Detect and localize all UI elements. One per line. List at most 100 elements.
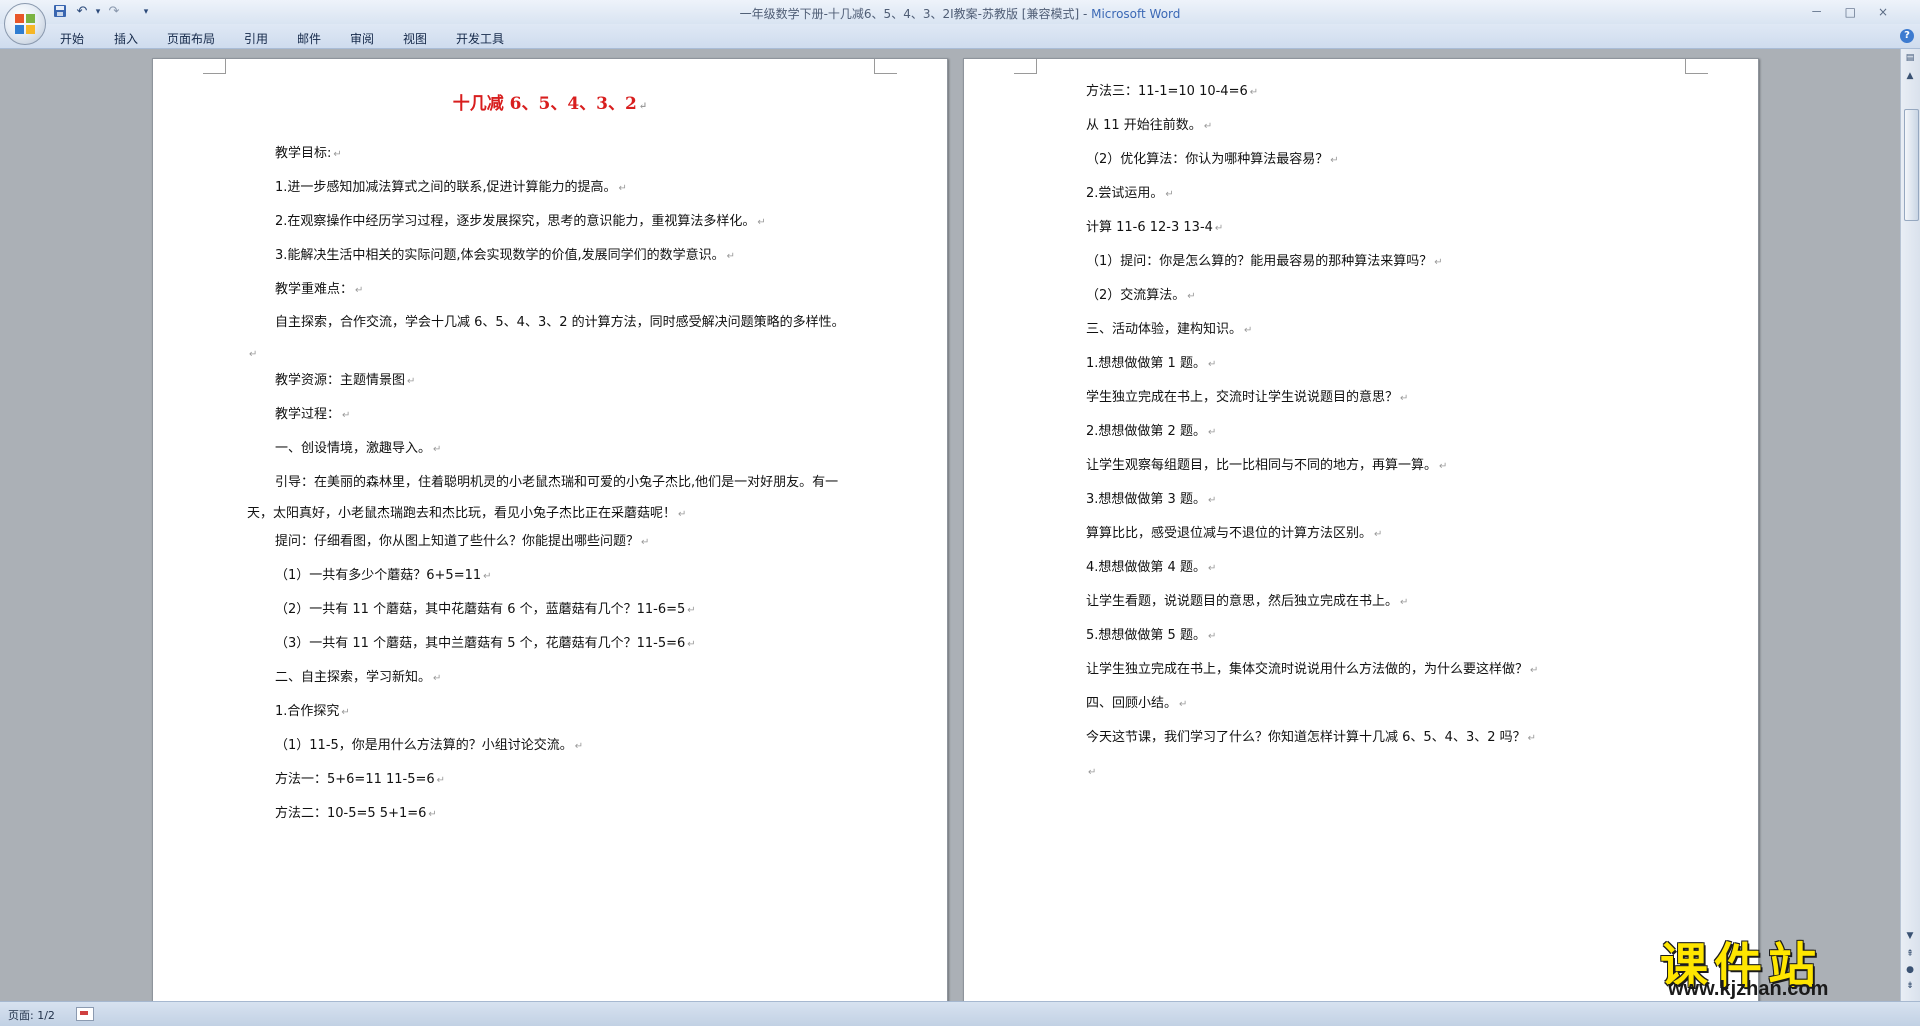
document-paragraph: 3.想想做做第 3 题。 ↵	[1086, 492, 1217, 507]
paragraph-mark: ↵	[341, 707, 350, 718]
document-paragraph: 方法三：11-1=10 10-4=6 ↵	[1086, 84, 1259, 99]
scroll-down-icon[interactable]: ▼	[1903, 929, 1917, 943]
page-count[interactable]: 页面: 1/2	[8, 1007, 55, 1023]
paragraph-mark: ↵	[1207, 359, 1217, 370]
document-paragraph: 一、创设情境，激趣导入。 ↵	[275, 441, 442, 456]
paragraph-mark: ↵	[1374, 529, 1383, 540]
document-paragraph: （1）提问：你是怎么算的？能用最容易的那种算法来算吗？ ↵	[1086, 254, 1443, 269]
help-icon[interactable]: ?	[1900, 29, 1914, 43]
next-page-icon[interactable]: ⇟	[1903, 979, 1917, 993]
paragraph-mark: ↵	[1530, 665, 1539, 676]
paragraph-mark: ↵	[678, 509, 687, 520]
document-paragraph: 方法二：10-5=5 5+1=6 ↵	[275, 806, 437, 821]
maximize-button[interactable]: □	[1845, 5, 1878, 19]
paragraph-mark: ↵	[1400, 597, 1409, 608]
paragraph-mark: ↵	[355, 285, 364, 296]
previous-page-icon[interactable]: ⇞	[1903, 947, 1917, 961]
document-paragraph: 计算 11-6 12-3 13-4 ↵	[1086, 220, 1224, 235]
paragraph-mark: ↵	[407, 376, 416, 387]
document-paragraph: （2）交流算法。 ↵	[1086, 288, 1196, 303]
tab-references[interactable]: 引用	[244, 30, 268, 47]
watermark-url: www.kjzhan.com	[1668, 978, 1829, 1000]
document-paragraph: （3）一共有 11 个蘑菇，其中兰蘑菇有 5 个，花蘑菇有几个？11-5=6 ↵	[275, 636, 696, 651]
document-paragraph: 方法一：5+6=11 11-5=6 ↵	[275, 772, 446, 787]
paragraph-mark: ↵	[726, 251, 736, 262]
margin-corner-mark	[1685, 59, 1708, 74]
paragraph-mark: ↵	[1207, 495, 1217, 506]
document-paragraph: 四、回顾小结。 ↵	[1086, 696, 1188, 711]
document-paragraph: 2.尝试运用。 ↵	[1086, 186, 1174, 201]
tab-review[interactable]: 审阅	[350, 30, 374, 47]
document-paragraph: （1）一共有多少个蘑菇？6+5=11 ↵	[275, 568, 492, 583]
paragraph-mark: ↵	[1439, 461, 1448, 472]
paragraph-mark: ↵	[1249, 87, 1259, 98]
paragraph-mark: ↵	[1214, 223, 1224, 234]
paragraph-mark: ↵	[1400, 393, 1409, 404]
document-page-1[interactable]: 十几减 6、5、4、3、2 ↵ 教学目标: ↵ 1.进一步感知加减法算式之间的联系,促…	[152, 58, 948, 1010]
paragraph-mark: ↵	[687, 605, 696, 616]
document-paragraph: 学生独立完成在书上，交流时让学生说说题目的意思？ ↵	[1086, 390, 1409, 405]
document-paragraph: 引导：在美丽的森林里，住着聪明机灵的小老鼠杰瑞和可爱的小兔子杰比,他们是一对好朋…	[247, 475, 839, 521]
document-paragraph: 2.想想做做第 2 题。 ↵	[1086, 424, 1217, 439]
paragraph-mark: ↵	[342, 410, 351, 421]
document-paragraph: 3.能解决生活中相关的实际问题,体会实现数学的价值,发展同学们的数学意识。 ↵	[275, 248, 736, 263]
status-bar: 页面: 1/2	[0, 1001, 1920, 1026]
macro-record-icon[interactable]	[76, 1007, 94, 1021]
paragraph-mark: ↵	[618, 183, 627, 194]
window-controls: －□×	[1811, 3, 1910, 20]
document-paragraph: 4.想想做做第 4 题。 ↵	[1086, 560, 1217, 575]
document-paragraph: 自主探索，合作交流，学会十几减 6、5、4、3、2 的计算方法，同时感受解决问题…	[249, 315, 845, 360]
paragraph-mark: ↵	[428, 809, 437, 820]
document-paragraph: （1）11-5，你是用什么方法算的？小组讨论交流。 ↵	[275, 738, 584, 753]
paragraph-mark: ↵	[433, 673, 442, 684]
document-paragraph: 1.合作探究 ↵	[275, 704, 350, 719]
watermark: 课件站 www.kjzhan.com	[1660, 926, 1892, 1000]
scroll-up-icon[interactable]: ▲	[1903, 69, 1917, 83]
document-paragraph: （2）优化算法：你认为哪种算法最容易？ ↵	[1086, 152, 1339, 167]
ruler-toggle-icon[interactable]: ▤	[1903, 51, 1917, 65]
scrollbar-thumb[interactable]	[1904, 109, 1919, 221]
document-paragraph: 让学生独立完成在书上，集体交流时说说用什么方法做的，为什么要这样做？ ↵	[1086, 662, 1539, 677]
document-paragraph: 1.进一步感知加减法算式之间的联系,促进计算能力的提高。 ↵	[275, 180, 627, 195]
vertical-scrollbar[interactable]: ▤ ▲ ▼ ⇞ ● ⇟	[1900, 49, 1920, 1001]
paragraph-mark: ↵	[1207, 427, 1217, 438]
minimize-button[interactable]: －	[1811, 5, 1845, 19]
margin-corner-mark	[874, 59, 897, 74]
paragraph-mark: ↵	[1434, 257, 1443, 268]
paragraph-mark: ↵	[1207, 631, 1217, 642]
tab-view[interactable]: 视图	[403, 30, 427, 47]
document-paragraph: 提问：仔细看图，你从图上知道了些什么？你能提出哪些问题？ ↵	[275, 534, 650, 549]
tab-page-layout[interactable]: 页面布局	[167, 30, 215, 47]
document-paragraph: 5.想想做做第 5 题。 ↵	[1086, 628, 1217, 643]
tab-developer[interactable]: 开发工具	[456, 30, 504, 47]
document-page-2[interactable]: 方法三：11-1=10 10-4=6 ↵ 从 11 开始往前数。 ↵ （2）优化算法：你…	[963, 58, 1759, 1010]
close-button[interactable]: ×	[1878, 5, 1910, 19]
paragraph-mark: ↵	[687, 639, 696, 650]
margin-corner-mark	[1014, 59, 1037, 74]
document-paragraph: 教学目标: ↵	[275, 146, 342, 161]
document-paragraph: 今天这节课，我们学习了什么？你知道怎样计算十几减 6、5、4、3、2 吗？ ↵	[1086, 730, 1537, 745]
document-paragraph: 教学资源：主题情景图 ↵	[275, 373, 416, 388]
document-paragraph: 教学过程： ↵	[275, 407, 351, 422]
paragraph-mark: ↵	[436, 775, 446, 786]
title-bar: ↶ ▾ ↷ ▾ 一年级数学下册-十几减6、5、4、3、2I教案-苏教版 [兼容模…	[0, 0, 1920, 25]
document-paragraph: 三、活动体验，建构知识。 ↵	[1086, 322, 1253, 337]
paragraph-mark: ↵	[1179, 699, 1188, 710]
tab-home[interactable]: 开始	[60, 30, 84, 47]
document-paragraph: （2）一共有 11 个蘑菇，其中花蘑菇有 6 个，蓝蘑菇有几个？11-6=5 ↵	[275, 602, 696, 617]
paragraph-mark: ↵	[574, 741, 584, 752]
paragraph-mark: ↵	[1203, 121, 1213, 132]
app-name: Microsoft Word	[1091, 7, 1181, 21]
paragraph-mark: ↵	[1527, 733, 1537, 744]
document-paragraph: 让学生看题，说说题目的意思，然后独立完成在书上。 ↵	[1086, 594, 1409, 609]
paragraph-mark: ↵	[433, 444, 442, 455]
office-button[interactable]	[4, 3, 46, 45]
paragraph-mark: ↵	[333, 149, 342, 160]
tab-insert[interactable]: 插入	[114, 30, 138, 47]
paragraph-mark: ↵	[1187, 291, 1196, 302]
paragraph-mark: ↵	[641, 537, 650, 548]
browse-object-icon[interactable]: ●	[1903, 963, 1917, 977]
tab-mailings[interactable]: 邮件	[297, 30, 321, 47]
paragraph-mark: ↵	[1165, 189, 1174, 200]
paragraph-mark: ↵	[1088, 767, 1097, 778]
